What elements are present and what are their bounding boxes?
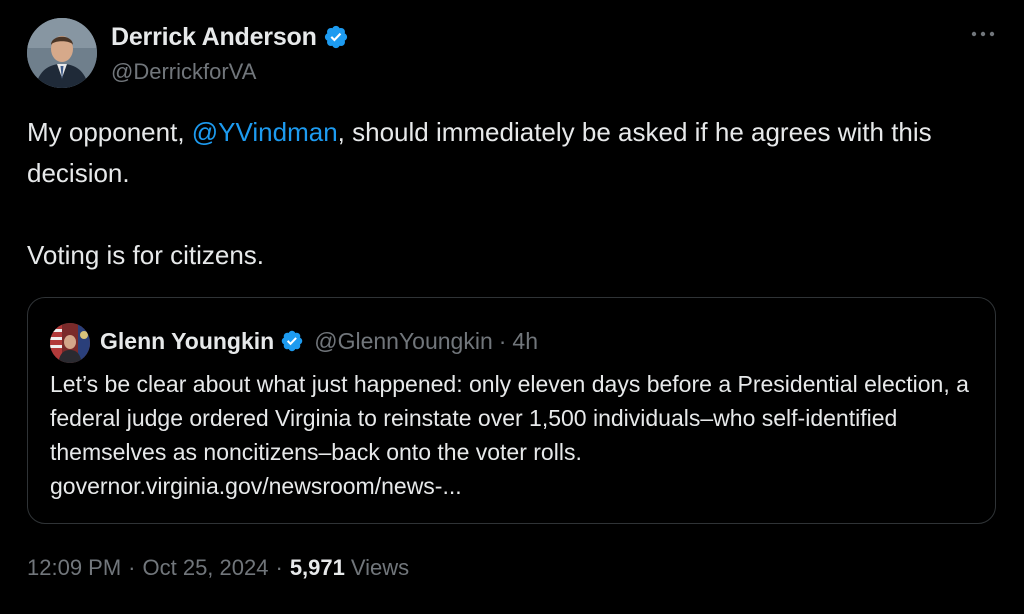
views-count[interactable]: 5,971 bbox=[290, 555, 345, 581]
quote-handle[interactable]: @GlennYoungkin bbox=[314, 328, 493, 355]
meta-separator: · bbox=[275, 555, 283, 580]
more-horizontal-icon[interactable] bbox=[970, 24, 996, 44]
views-label: Views bbox=[350, 555, 410, 580]
mention-link[interactable]: @YVindman bbox=[192, 117, 338, 147]
quote-separator: · bbox=[498, 327, 507, 354]
quote-header: Glenn Youngkin @GlennYoungkin · 4h bbox=[100, 325, 538, 357]
tweet-meta: 12:09 PM · Oct 25, 2024 · 5,971 Views bbox=[27, 555, 409, 581]
verified-badge-icon bbox=[280, 329, 304, 353]
tweet-paragraph-2: Voting is for citizens. bbox=[27, 240, 264, 270]
quoted-tweet[interactable]: Glenn Youngkin @GlennYoungkin · 4h Let’s… bbox=[27, 297, 996, 524]
quote-body: Let’s be clear about what just happened:… bbox=[50, 371, 969, 465]
quote-author-avatar[interactable] bbox=[50, 323, 90, 363]
tweet-text: My opponent, @YVindman, should immediate… bbox=[27, 112, 987, 276]
quote-display-name[interactable]: Glenn Youngkin bbox=[100, 328, 274, 355]
author-handle[interactable]: @DerrickforVA bbox=[111, 59, 256, 85]
tweet-paragraph-1: My opponent, @YVindman, should immediate… bbox=[27, 112, 987, 194]
author-display-name[interactable]: Derrick Anderson bbox=[111, 23, 317, 52]
tweet-date[interactable]: Oct 25, 2024 bbox=[143, 555, 269, 581]
quote-timestamp[interactable]: 4h bbox=[512, 328, 538, 355]
tweet-text-part: My opponent, bbox=[27, 117, 192, 147]
author-name-row: Derrick Anderson bbox=[111, 21, 349, 53]
verified-badge-icon bbox=[323, 24, 349, 50]
author-avatar[interactable] bbox=[27, 18, 97, 88]
quote-link[interactable]: governor.virginia.gov/newsroom/news-... bbox=[50, 473, 462, 499]
meta-separator: · bbox=[128, 555, 136, 580]
quote-text: Let’s be clear about what just happened:… bbox=[50, 367, 990, 503]
tweet-time[interactable]: 12:09 PM bbox=[27, 555, 121, 581]
tweet: Derrick Anderson @DerrickforVA My oppone… bbox=[0, 0, 1024, 614]
